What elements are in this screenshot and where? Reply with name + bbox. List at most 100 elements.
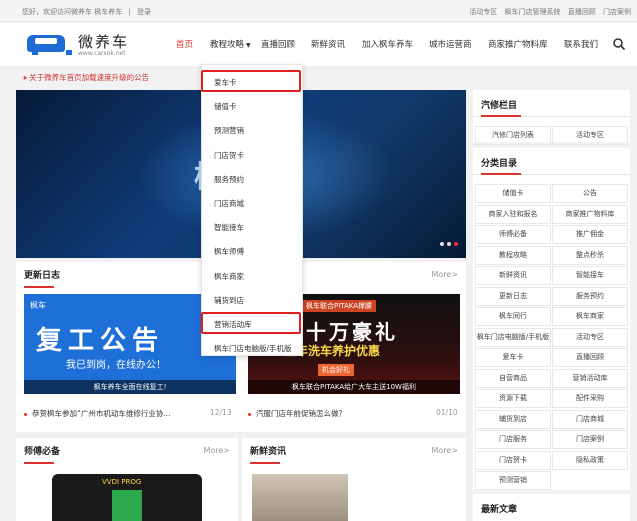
tutorials-dropdown-menu: 爱车卡 储值卡 预测营销 门店贺卡 服务预约 门店商城 智能接车 枫车师傅 枫车商家 辅货到店 营销… — [201, 64, 303, 356]
dropdown-item[interactable]: 储值卡 — [214, 101, 237, 112]
news-image[interactable] — [252, 474, 348, 521]
category-link[interactable]: 活动专区 — [552, 327, 628, 347]
top-link-activity[interactable]: 活动专区 — [469, 8, 497, 16]
category-link[interactable]: 商家入驻和报名 — [475, 204, 551, 224]
nav-news[interactable]: 新鲜资讯 — [311, 38, 345, 50]
highlight-box — [201, 312, 301, 334]
announcement-bar[interactable]: 🕩 关于微养车首页加载速度升级的公告 — [22, 72, 149, 83]
news-item-date: 01/10 — [436, 408, 458, 417]
dropdown-item[interactable]: 辅货到店 — [214, 295, 244, 306]
nav-live-review[interactable]: 直播回顾 — [261, 38, 295, 50]
top-link-live[interactable]: 直播回顾 — [568, 8, 596, 16]
category-link[interactable]: 门店商城 — [552, 409, 628, 429]
header: 微养车 www.carsok.net 首页 教程攻略 ▼ 直播回顾 新鲜资讯 加入… — [0, 23, 637, 66]
panel-more-link[interactable]: More> — [431, 446, 458, 455]
nav-city-operator[interactable]: 城市运营商 — [429, 38, 472, 50]
category-link[interactable]: 枫车同行 — [475, 307, 551, 326]
card-headline: 十万豪礼 — [306, 320, 398, 344]
speaker-icon: 🕩 — [22, 73, 27, 82]
category-link[interactable]: 储值卡 — [475, 184, 551, 203]
category-link[interactable]: 商家推广物料库 — [552, 204, 628, 224]
nav-contact[interactable]: 联系我们 — [564, 38, 598, 50]
category-link[interactable]: 门店案例 — [552, 430, 628, 449]
sidebar-link[interactable]: 活动专区 — [552, 126, 628, 145]
news-item-date: 12/13 — [210, 408, 232, 417]
changelog-more-link[interactable]: More> — [431, 270, 458, 279]
dropdown-item[interactable]: 智能接车 — [214, 222, 244, 233]
car-logo-icon — [27, 35, 72, 55]
category-link[interactable]: 推广佣金 — [552, 225, 628, 244]
nav-tutorials-label: 教程攻略 — [210, 40, 245, 50]
search-icon[interactable] — [612, 37, 626, 51]
dropdown-item[interactable]: 枫车商家 — [214, 271, 244, 282]
category-link[interactable]: 隐私政策 — [552, 450, 628, 470]
news-item[interactable]: 恭贺枫车参加“广州市机动车维修行业协... — [24, 408, 171, 419]
dropdown-item[interactable]: 枫车师傅 — [214, 246, 244, 257]
top-bar: 您好，欢迎访问微养车 枫车养车 | 登录 活动专区 枫车门店管理系统 直播回顾 … — [0, 0, 637, 22]
news-item[interactable]: 汽服门店年前促销怎么做？ — [248, 408, 346, 419]
title-underline — [250, 462, 280, 464]
category-link[interactable]: 资源下载 — [475, 389, 551, 408]
nav-join[interactable]: 加入枫车养车 — [362, 38, 413, 50]
title-underline — [24, 286, 54, 288]
category-link[interactable]: 新鲜资讯 — [475, 266, 551, 285]
product-chip — [112, 490, 142, 521]
separator: | — [128, 8, 131, 16]
top-link-cases[interactable]: 门店案例 — [603, 8, 631, 16]
card-caption: 枫车养车全面在线复工! — [24, 380, 236, 394]
category-link[interactable]: 直播回顾 — [552, 348, 628, 367]
dropdown-item[interactable]: 服务预约 — [214, 174, 244, 185]
card-badge: 机会好礼 — [318, 364, 354, 376]
bullet — [24, 412, 27, 416]
category-link[interactable]: 师傅必备 — [475, 225, 551, 244]
card-caption: 枫车联合PITAKA给广大车主送10W福利 — [248, 380, 460, 394]
logo-name: 微养车 — [78, 33, 130, 51]
category-link[interactable]: 辅货到店 — [475, 409, 551, 429]
dropdown-item[interactable]: 预测营销 — [214, 125, 244, 136]
category-link[interactable]: 服务预约 — [552, 286, 628, 306]
category-link[interactable]: 公告 — [552, 184, 628, 203]
product-image[interactable]: VVDI PROG — [52, 474, 202, 521]
welcome-text: 您好，欢迎访问微养车 枫车养车 — [22, 8, 123, 16]
dropdown-item[interactable]: 枫车门店电脑版/手机版 — [214, 343, 292, 354]
category-link[interactable]: 门店贺卡 — [475, 450, 551, 470]
category-link[interactable]: 整点秒杀 — [552, 245, 628, 265]
card-brand: 枫车 — [30, 301, 46, 310]
carousel-dot[interactable] — [447, 242, 451, 246]
sidebar-title: 汽修栏目 — [481, 101, 518, 111]
nav-home[interactable]: 首页 — [176, 38, 193, 50]
site-logo[interactable]: 微养车 www.carsok.net — [24, 29, 154, 61]
category-link[interactable]: 枫车门店电脑版/手机版 — [475, 327, 551, 347]
top-links: 活动专区 枫车门店管理系统 直播回顾 门店案例 — [464, 7, 631, 17]
category-link[interactable]: 教程攻略 — [475, 245, 551, 265]
top-link-store-system[interactable]: 枫车门店管理系统 — [505, 8, 561, 16]
news-item-text: 汽服门店年前促销怎么做？ — [256, 409, 346, 418]
sidebar-link[interactable]: 汽修门店列表 — [475, 126, 551, 145]
category-link[interactable]: 爱车卡 — [475, 348, 551, 367]
dropdown-item[interactable]: 门店贺卡 — [214, 150, 244, 161]
carousel-dot[interactable] — [440, 242, 444, 246]
login-link[interactable]: 登录 — [137, 8, 151, 16]
category-link[interactable]: 营销活动库 — [552, 368, 628, 388]
category-link[interactable]: 枫车商家 — [552, 307, 628, 326]
master-essentials-panel: 师傅必备 More> VVDI PROG — [16, 438, 238, 521]
sidebar-title: 分类目录 — [481, 159, 518, 169]
news-item-text: 恭贺枫车参加“广州市机动车维修行业协... — [32, 409, 171, 418]
title-underline — [24, 462, 54, 464]
nav-materials[interactable]: 商家推广物料库 — [488, 38, 548, 50]
dropdown-item[interactable]: 门店商城 — [214, 198, 244, 209]
changelog-title: 更新日志 — [24, 271, 61, 281]
category-link[interactable]: 智能接车 — [552, 266, 628, 285]
carousel-dot-active[interactable] — [454, 242, 458, 246]
category-link[interactable]: 自营商品 — [475, 368, 551, 388]
nav-tutorials[interactable]: 教程攻略 ▼ — [210, 38, 251, 50]
product-label: VVDI PROG — [102, 478, 142, 486]
category-link[interactable]: 更新日志 — [475, 286, 551, 306]
category-link[interactable]: 门店服务 — [475, 430, 551, 449]
divider — [473, 173, 630, 175]
panel-more-link[interactable]: More> — [203, 446, 230, 455]
chevron-down-icon: ▼ — [246, 42, 251, 49]
category-link[interactable]: 预测营销 — [475, 471, 551, 490]
category-link[interactable]: 配件采购 — [552, 389, 628, 408]
logo-url: www.carsok.net — [78, 50, 126, 57]
